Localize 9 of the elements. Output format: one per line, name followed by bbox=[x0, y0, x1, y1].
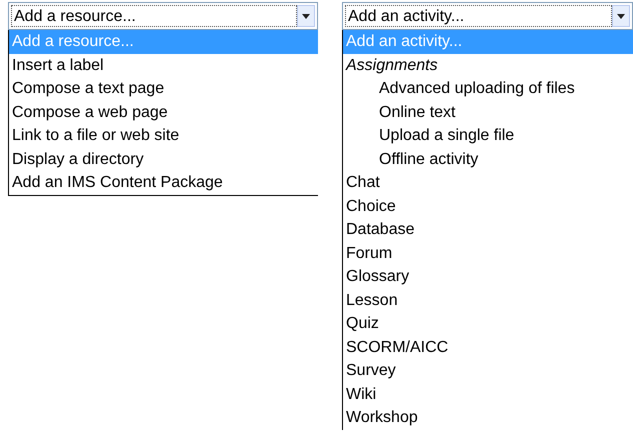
option-group-label: Assignments bbox=[344, 56, 439, 76]
dropdown-field[interactable]: Add an activity... bbox=[342, 2, 633, 30]
dropdown-arrow-button[interactable] bbox=[612, 5, 630, 27]
caret-icon bbox=[302, 14, 310, 18]
dropdown-arrow-button[interactable] bbox=[297, 5, 315, 27]
dropdown-value: Add a resource... bbox=[11, 5, 297, 27]
caret-icon bbox=[617, 14, 625, 18]
dropdown-field[interactable]: Add a resource... bbox=[8, 2, 318, 30]
dropdown-value: Add an activity... bbox=[345, 5, 612, 27]
